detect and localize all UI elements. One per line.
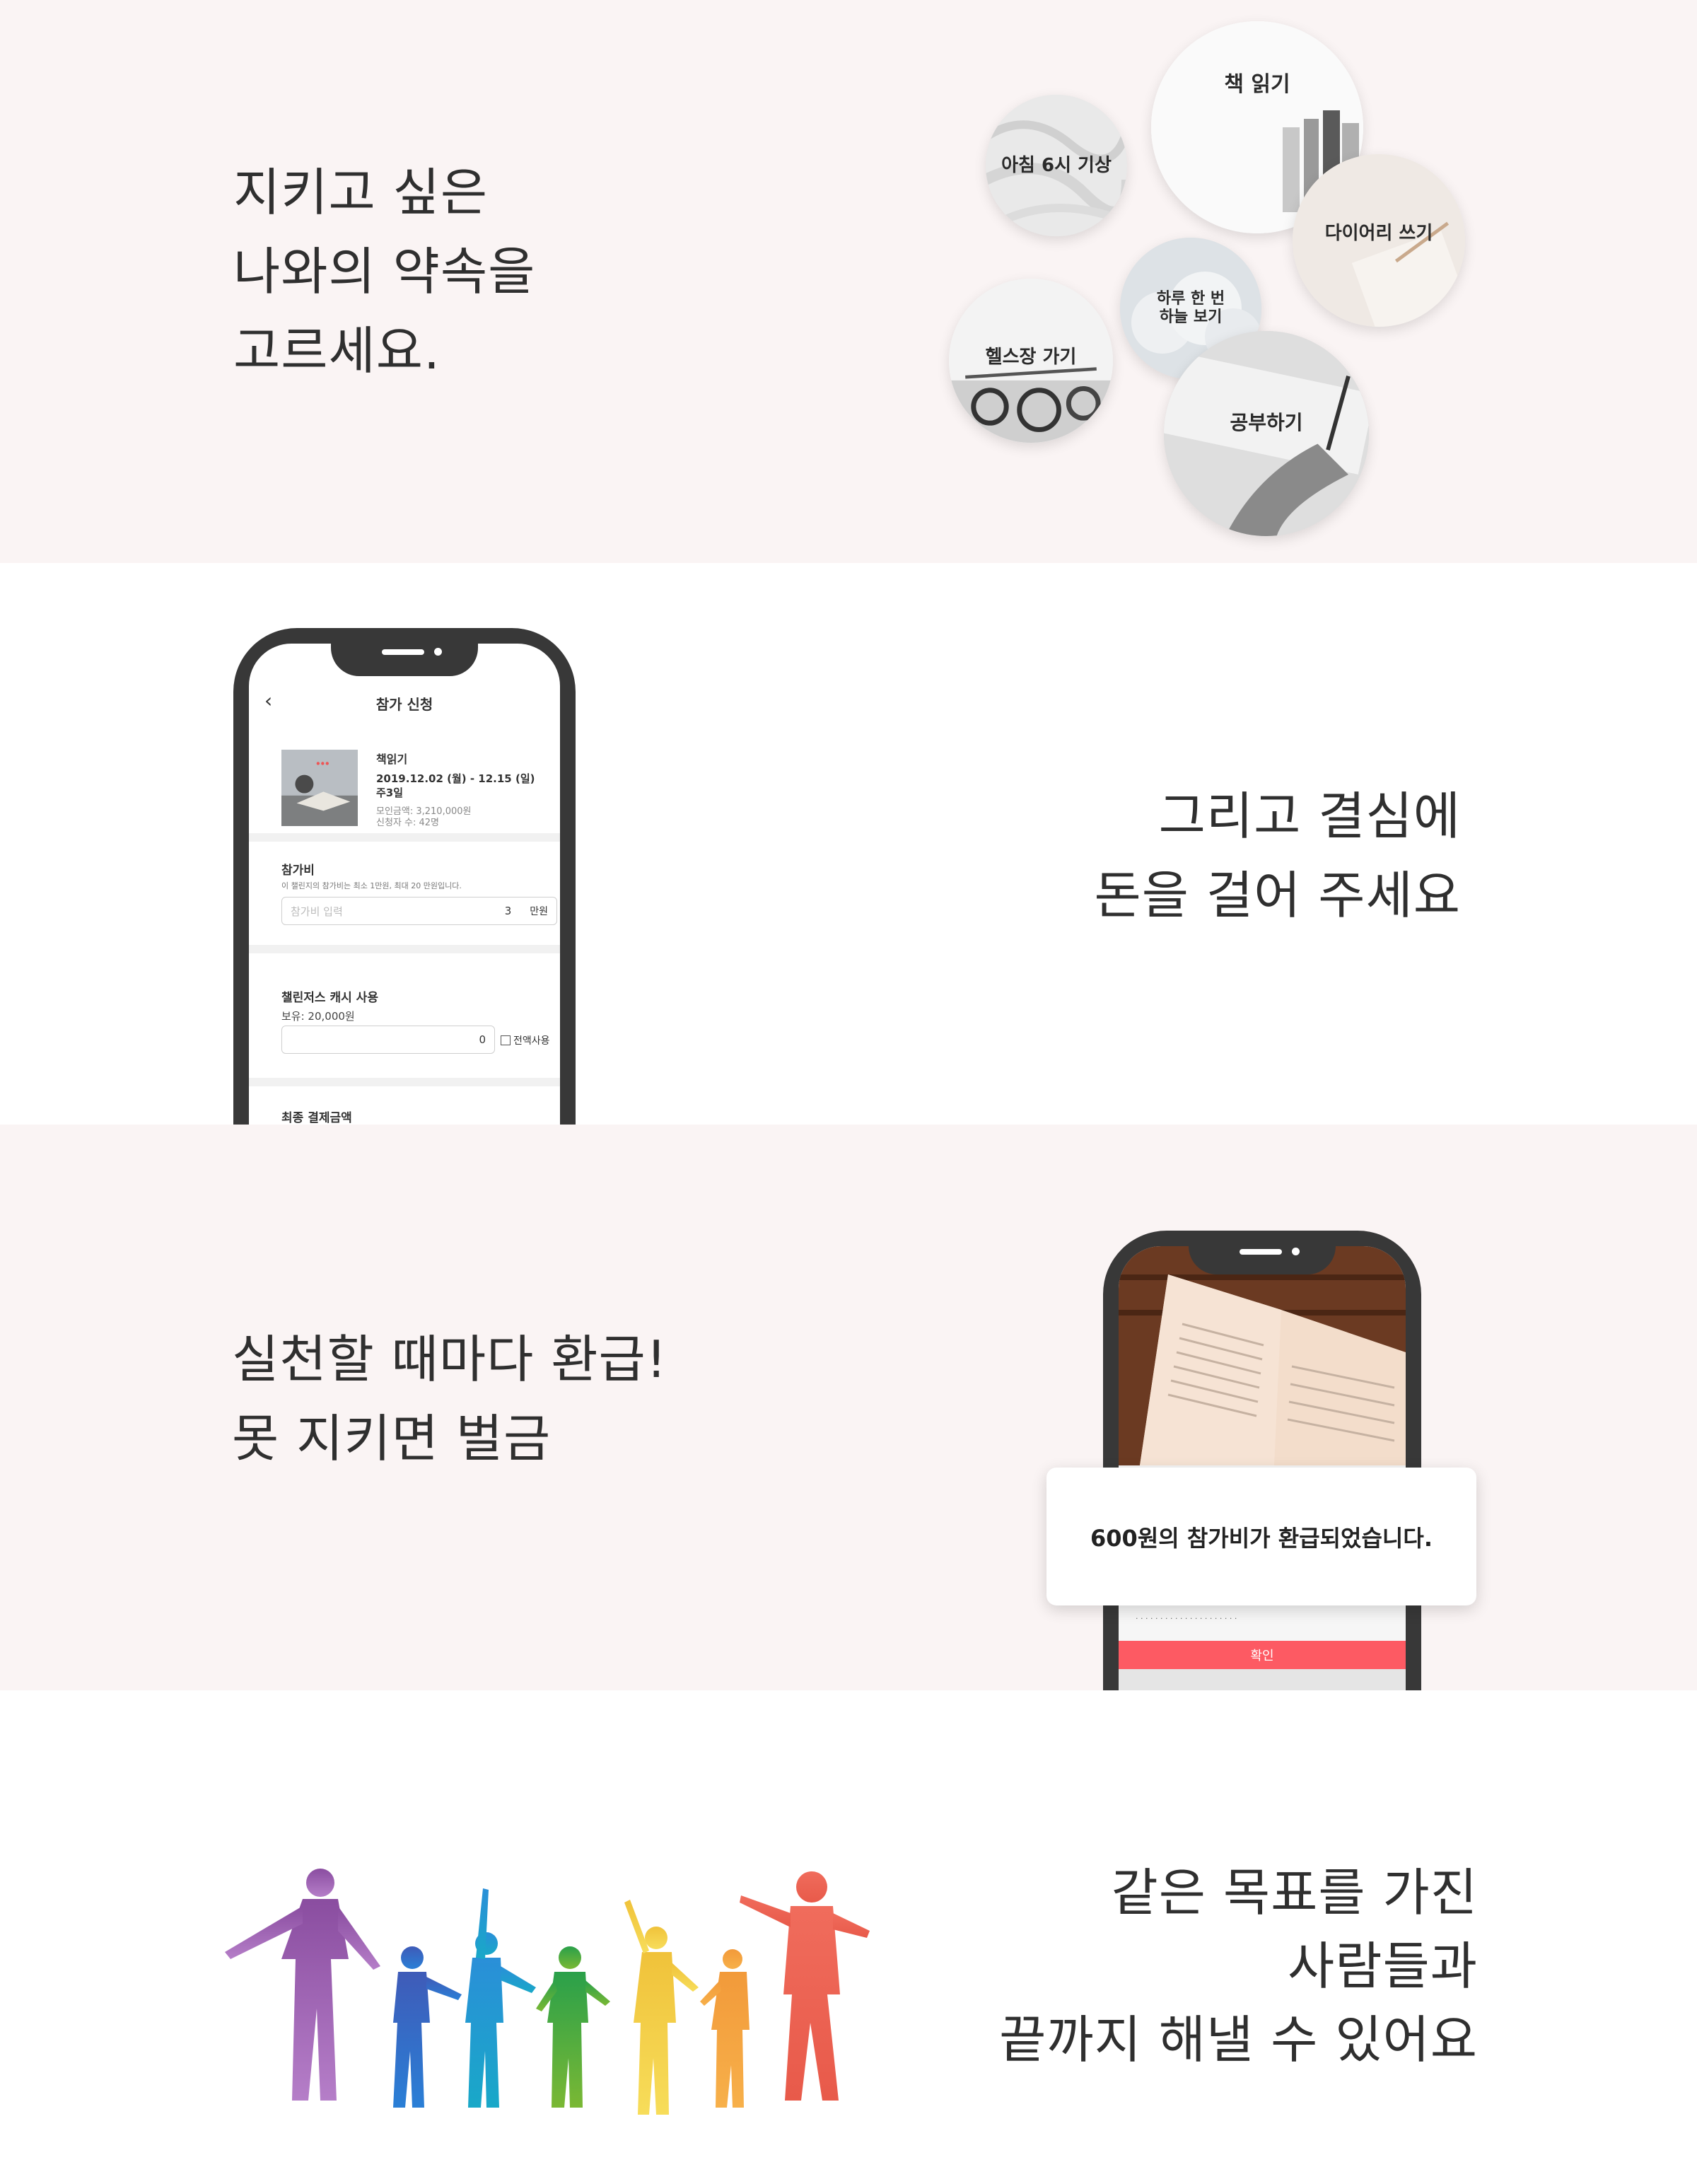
circle-gym[interactable]: 헬스장 가기	[949, 279, 1113, 443]
cash-value: 0	[479, 1033, 486, 1046]
section-bet-money: ‹ 참가 신청 책읽기 2019.12.02 (월) - 12.15 (일) 주…	[0, 563, 1697, 1125]
use-all-checkbox[interactable]: 전액사용	[501, 1033, 550, 1047]
speaker	[382, 649, 424, 655]
headline-line: 그리고 결심에	[1158, 786, 1461, 846]
headline-line: 못 지키면 벌금	[232, 1409, 552, 1468]
book-photo-image	[1119, 1246, 1406, 1465]
headline-choose: 지키고 싶은 나와의 약속을 고르세요.	[233, 153, 535, 390]
circle-diary[interactable]: 다이어리 쓰기	[1293, 154, 1465, 327]
phone-notch	[331, 628, 478, 676]
confirm-button[interactable]: 확인	[1119, 1641, 1406, 1669]
headline-together: 같은 목표를 가진 사람들과 끝까지 해낼 수 있어요	[999, 1856, 1478, 2076]
headline-line: 사람들과	[1288, 1936, 1478, 1996]
phone-frame: ‹ 참가 신청 책읽기 2019.12.02 (월) - 12.15 (일) 주…	[233, 628, 576, 1125]
checkbox-icon	[501, 1035, 511, 1045]
circle-wake-up[interactable]: 아침 6시 기상	[986, 95, 1127, 236]
section-refund: 실천할 때마다 환급! 못 지키면 벌금 · · · · · · · · · ·…	[0, 1125, 1697, 1690]
headline-line: 같은 목표를 가진	[1111, 1863, 1478, 1922]
people-silhouettes-image	[225, 1869, 870, 2115]
headline-line: 지키고 싶은	[233, 163, 489, 222]
circle-study[interactable]: 공부하기	[1164, 331, 1369, 536]
refund-toast: 600원의 참가비가 환급되었습니다.	[1046, 1468, 1476, 1605]
section-together: 같은 목표를 가진 사람들과 끝까지 해낼 수 있어요	[0, 1690, 1697, 2184]
reading-photo-icon	[281, 750, 358, 826]
cash-title: 챌린저스 캐시 사용	[281, 991, 378, 1005]
final-amount-title: 최종 결제금액	[281, 1111, 352, 1125]
headline-bet: 그리고 결심에 돈을 걸어 주세요	[1095, 777, 1461, 935]
headline-line: 돈을 걸어 주세요	[1094, 866, 1461, 925]
headline-refund: 실천할 때마다 환급! 못 지키면 벌금	[232, 1320, 667, 1478]
speaker	[1240, 1249, 1282, 1255]
participant-count: 신청자 수: 42명	[376, 818, 439, 828]
screen-title: 참가 신청	[375, 696, 433, 713]
fee-note: 이 챌린지의 참가비는 최소 1만원, 최대 20 만원입니다.	[281, 881, 462, 890]
headline-line: 실천할 때마다 환급!	[232, 1330, 667, 1389]
headline-line: 끝까지 해낼 수 있어요	[999, 2010, 1478, 2069]
phone-screen: ‹ 참가 신청 책읽기 2019.12.02 (월) - 12.15 (일) 주…	[249, 644, 560, 1125]
circle-label: 헬스장 가기	[985, 347, 1077, 368]
challenge-thumbnail	[281, 750, 358, 826]
fee-value: 3	[504, 905, 512, 917]
fee-unit: 만원	[530, 906, 548, 917]
circle-label: 하루 한 번 하늘 보기	[1156, 290, 1225, 326]
divider	[249, 1078, 560, 1086]
camera-icon	[434, 648, 442, 656]
phone-frame: · · · · · · · · · · · · · · · · · · · · …	[1103, 1231, 1421, 1690]
divider	[249, 833, 560, 842]
circle-label: 아침 6시 기상	[1001, 155, 1112, 176]
camera-icon	[1292, 1248, 1300, 1255]
circle-label: 공부하기	[1230, 411, 1303, 434]
bottom-bar	[1119, 1669, 1406, 1690]
phone-notch	[1189, 1231, 1336, 1274]
challenge-name: 책읽기	[376, 753, 408, 766]
headline-line: 고르세요.	[233, 321, 441, 381]
fee-input[interactable]: 참가비 입력 3 만원	[281, 897, 557, 925]
fine-print: · · · · · · · · · · · · · · · · · · · · …	[1136, 1614, 1237, 1623]
cash-balance: 보유: 20,000원	[281, 1010, 355, 1023]
circle-label: 책 읽기	[1224, 72, 1290, 97]
cash-input[interactable]: 0	[281, 1026, 495, 1054]
fee-placeholder: 참가비 입력	[291, 905, 343, 918]
divider	[249, 945, 560, 953]
challenge-date: 2019.12.02 (월) - 12.15 (일)	[376, 772, 535, 785]
section-choose-promise: 지키고 싶은 나와의 약속을 고르세요. 아침 6시 기상 책 읽기 다이어리 …	[0, 0, 1697, 563]
use-all-label: 전액사용	[513, 1035, 550, 1047]
circle-label: 다이어리 쓰기	[1324, 223, 1433, 244]
headline-line: 나와의 약속을	[233, 242, 536, 301]
challenge-frequency: 주3일	[376, 786, 404, 799]
fee-title: 참가비	[281, 864, 315, 878]
